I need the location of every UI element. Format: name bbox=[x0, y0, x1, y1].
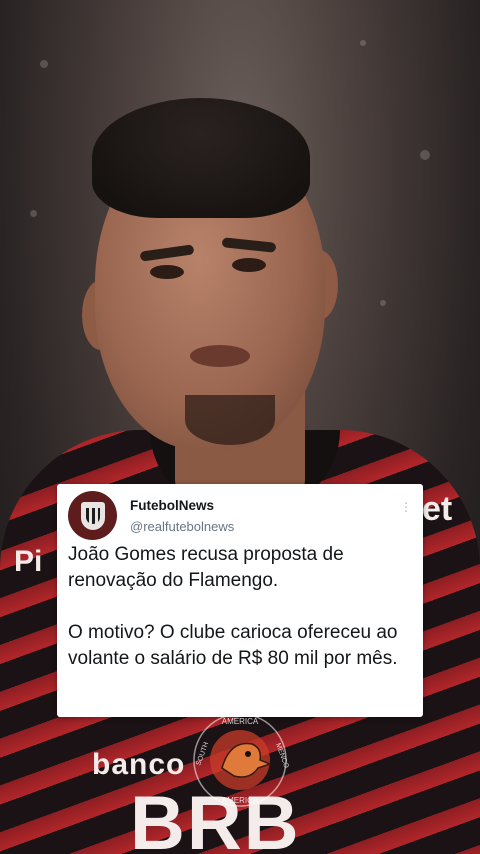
watermark-text-right: MENCO bbox=[274, 742, 290, 769]
jersey-sponsor-banco: banco bbox=[92, 748, 186, 781]
watermark-text-bottom: AMERICA bbox=[222, 796, 259, 805]
player-beard bbox=[185, 395, 275, 445]
more-vertical-icon[interactable]: · · · bbox=[403, 495, 409, 517]
photo-background: Pi et banco BRB FutebolNews @realfutebol… bbox=[0, 0, 480, 854]
tweet-display-name[interactable]: FutebolNews bbox=[130, 498, 214, 513]
jersey-text-right: et bbox=[422, 490, 453, 528]
player-eye bbox=[232, 258, 266, 272]
watermark-text-left: SOUTH bbox=[195, 741, 210, 766]
avatar-shield-stripes bbox=[85, 507, 100, 524]
bokeh-dot bbox=[420, 150, 430, 160]
tweet-paragraph: O motivo? O clube carioca ofereceu ao vo… bbox=[68, 622, 398, 669]
bokeh-dot bbox=[380, 300, 386, 306]
bokeh-dot bbox=[30, 210, 37, 217]
shield-logo-icon[interactable] bbox=[68, 491, 117, 540]
player-eye bbox=[150, 265, 184, 279]
tweet-body: João Gomes recusa proposta de renovação … bbox=[68, 542, 413, 672]
tweet-card[interactable]: FutebolNews @realfutebolnews · · · João Go… bbox=[57, 484, 423, 717]
player-hair bbox=[92, 98, 310, 218]
watermark-text-top: AMERICA bbox=[222, 717, 259, 726]
eagle-mascot-icon: AMERICA SOUTH MENCO AMERICA bbox=[193, 713, 290, 807]
tweet-paragraph: João Gomes recusa proposta de renovação … bbox=[68, 544, 344, 591]
jersey-text-left: Pi bbox=[14, 545, 43, 578]
tweet-handle[interactable]: @realfutebolnews bbox=[130, 519, 234, 534]
bokeh-dot bbox=[360, 40, 366, 46]
avatar-shield bbox=[80, 501, 105, 530]
bokeh-dot bbox=[40, 60, 48, 68]
player-mouth bbox=[190, 345, 250, 367]
